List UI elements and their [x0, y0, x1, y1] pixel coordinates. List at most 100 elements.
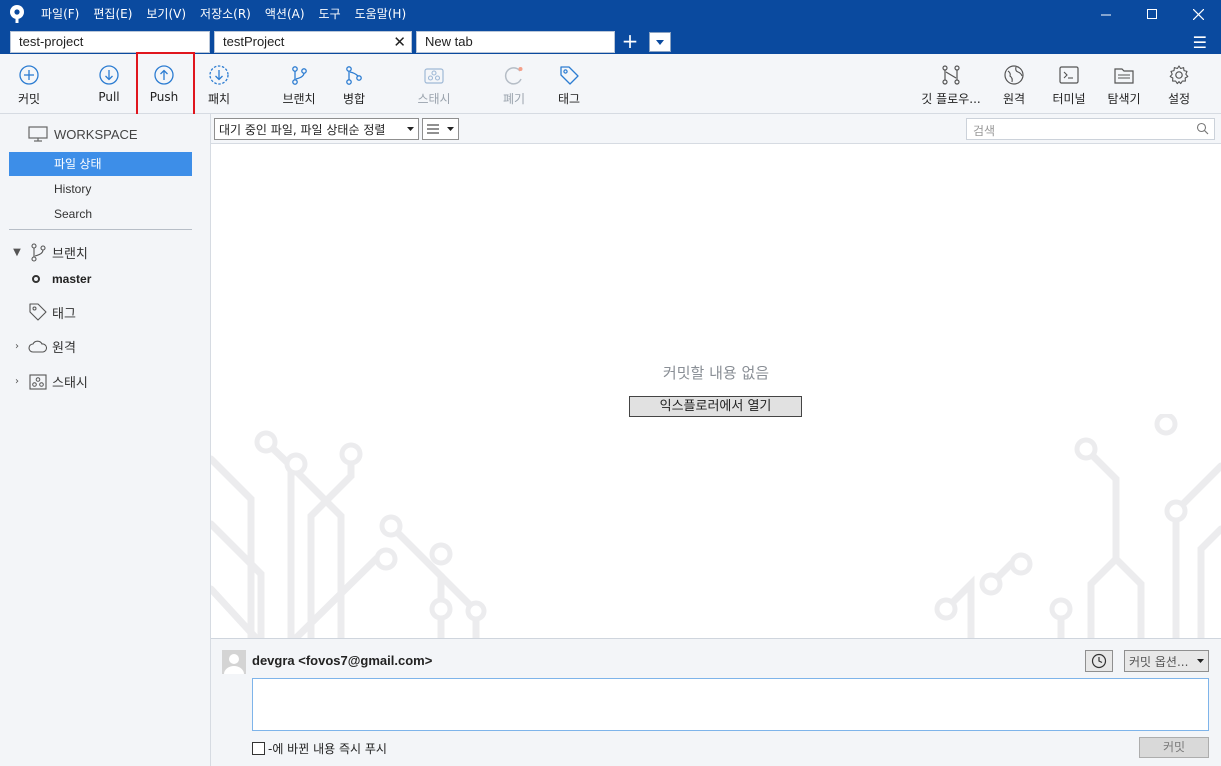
sidebar-section-stashes[interactable]: › 스태시 [8, 372, 88, 391]
file-sort-value: 대기 중인 파일, 파일 상태순 정렬 [219, 122, 386, 137]
settings-label: 설정 [1167, 92, 1191, 106]
commit-icon [18, 64, 40, 86]
explorer-button[interactable]: 탐색기 [1102, 54, 1146, 114]
menu-actions[interactable]: 액션(A) [258, 4, 312, 24]
current-branch-indicator [32, 275, 40, 283]
push-immediately-label: -에 바뀐 내용 즉시 푸시 [268, 742, 387, 756]
remotes-label: 원격 [52, 341, 76, 356]
commit-button[interactable]: 커밋 [6, 54, 52, 114]
push-immediately-checkbox[interactable]: -에 바뀐 내용 즉시 푸시 [252, 740, 387, 757]
tab-label: New tab [425, 34, 473, 49]
git-flow-label: 깃 플로우... [921, 92, 981, 106]
branch-item-master[interactable]: master [32, 272, 91, 286]
discard-button[interactable]: 폐기 [493, 54, 535, 114]
branch-icon [288, 64, 310, 86]
tab-close-icon[interactable]: ✕ [393, 33, 406, 51]
commit-options-dropdown[interactable]: 커밋 옵션... [1124, 650, 1209, 672]
commit-history-button[interactable] [1085, 650, 1113, 672]
commit-submit-button[interactable]: 커밋 [1139, 737, 1209, 758]
sidebar-section-remotes[interactable]: › 원격 [8, 337, 76, 356]
tag-label: 태그 [557, 92, 581, 106]
file-sort-dropdown[interactable]: 대기 중인 파일, 파일 상태순 정렬 [214, 118, 419, 140]
sidebar-item-search[interactable]: Search [9, 202, 192, 226]
monitor-icon [28, 126, 48, 142]
workspace-label: WORKSPACE [54, 126, 138, 142]
menu-view[interactable]: 보기(V) [139, 4, 193, 24]
cloud-icon [26, 340, 50, 354]
commit-panel: devgra <fovos7@gmail.com> 커밋 옵션... -에 바뀐… [211, 638, 1221, 766]
tab-dropdown-button[interactable] [649, 32, 671, 52]
commit-options-label: 커밋 옵션... [1129, 654, 1189, 669]
discard-icon [503, 64, 525, 86]
remote-label: 원격 [1002, 92, 1026, 106]
close-window-button[interactable] [1175, 0, 1221, 28]
menu-repository[interactable]: 저장소(R) [193, 4, 258, 24]
pull-icon [98, 64, 120, 86]
terminal-icon [1058, 64, 1080, 86]
chevron-down-icon [1197, 659, 1204, 663]
gear-icon [1168, 64, 1190, 86]
menu-bar: 파일(F) 편집(E) 보기(V) 저장소(R) 액션(A) 도구 도움말(H) [34, 4, 413, 24]
checkbox-box[interactable] [252, 742, 265, 755]
minimize-button[interactable] [1083, 0, 1129, 28]
sourcetree-logo-icon [0, 0, 34, 28]
branches-label: 브랜치 [52, 246, 88, 262]
commit-label: 커밋 [17, 92, 41, 106]
patch-label: 패치 [207, 92, 231, 106]
menu-tools[interactable]: 도구 [312, 4, 348, 24]
merge-label: 병합 [342, 92, 366, 106]
discard-label: 폐기 [502, 92, 526, 106]
merge-button[interactable]: 병합 [333, 54, 375, 114]
tab-test-project[interactable]: test-project [10, 31, 210, 53]
folder-icon [1113, 64, 1135, 86]
pull-label: Pull [98, 90, 120, 104]
stash-icon [423, 64, 445, 86]
git-flow-icon [940, 64, 962, 86]
globe-icon [1003, 64, 1025, 86]
merge-icon [343, 64, 365, 86]
sidebar-section-tags[interactable]: 태그 [8, 302, 76, 322]
main-panel: 대기 중인 파일, 파일 상태순 정렬 검색 커밋할 내용 없음 익스플로러에서… [211, 114, 1221, 638]
tab-label: testProject [223, 34, 285, 49]
sidebar-item-file-status[interactable]: 파일 상태 [9, 152, 192, 176]
menu-file[interactable]: 파일(F) [34, 4, 86, 24]
patch-icon [208, 64, 230, 86]
push-highlight-box [136, 52, 195, 116]
list-icon [427, 124, 439, 134]
chevron-down-icon [407, 127, 414, 131]
pull-button[interactable]: Pull [87, 54, 131, 114]
menu-help[interactable]: 도움말(H) [348, 4, 414, 24]
terminal-label: 터미널 [1052, 92, 1086, 106]
commit-author: devgra <fovos7@gmail.com> [252, 653, 433, 668]
menu-edit[interactable]: 편집(E) [86, 4, 139, 24]
sidebar-divider [9, 229, 192, 230]
git-flow-button[interactable]: 깃 플로우... [918, 54, 984, 114]
stash-icon [26, 373, 50, 390]
tab-testproject[interactable]: testProject ✕ [214, 31, 412, 53]
commit-message-input[interactable] [252, 678, 1209, 731]
maximize-icon [1147, 9, 1157, 19]
search-input[interactable]: 검색 [966, 118, 1215, 140]
settings-button[interactable]: 설정 [1159, 54, 1199, 114]
empty-state-message: 커밋할 내용 없음 [662, 364, 770, 382]
hamburger-menu-icon[interactable]: ☰ [1193, 33, 1207, 52]
branch-button[interactable]: 브랜치 [276, 54, 322, 114]
maximize-button[interactable] [1129, 0, 1175, 28]
patch-button[interactable]: 패치 [197, 54, 241, 114]
remote-button[interactable]: 원격 [995, 54, 1033, 114]
explorer-label: 탐색기 [1107, 92, 1141, 106]
search-icon [1196, 122, 1209, 135]
add-tab-icon[interactable]: + [620, 31, 640, 53]
chevron-right-icon[interactable]: › [8, 376, 26, 387]
terminal-button[interactable]: 터미널 [1047, 54, 1091, 114]
sidebar-item-history[interactable]: History [9, 177, 192, 201]
tag-button[interactable]: 태그 [547, 54, 591, 114]
avatar [222, 650, 246, 674]
open-in-explorer-button[interactable]: 익스플로러에서 열기 [629, 396, 802, 417]
chevron-down-icon[interactable]: ▼ [8, 247, 26, 258]
tab-new[interactable]: New tab [416, 31, 615, 53]
stash-button[interactable]: 스태시 [412, 54, 456, 114]
view-mode-dropdown[interactable] [422, 118, 459, 140]
chevron-right-icon[interactable]: › [8, 341, 26, 352]
sidebar-section-branches[interactable]: ▼ 브랜치 [8, 242, 88, 262]
